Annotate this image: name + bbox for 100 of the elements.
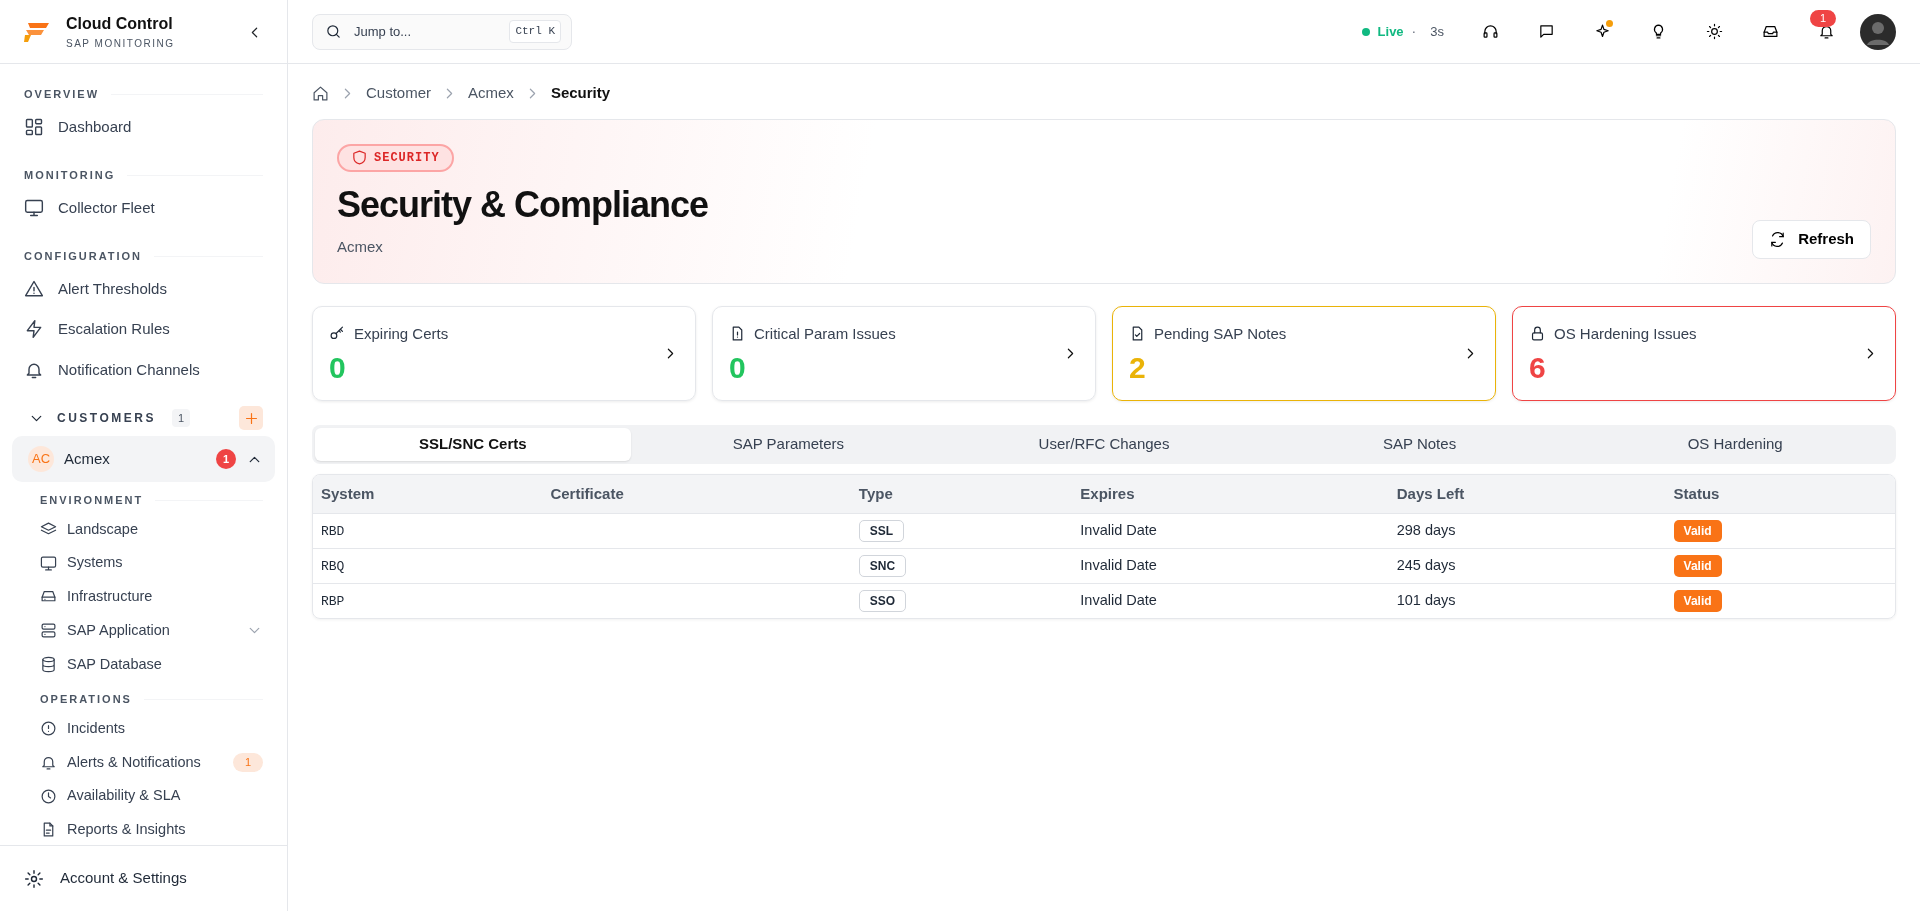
table-cell: 298 days: [1388, 513, 1666, 549]
stat-card[interactable]: Pending SAP Notes 2: [1112, 305, 1496, 401]
lightning-icon: [24, 319, 44, 340]
nav-item[interactable]: Incidents: [12, 711, 275, 746]
page-subtitle: Acmex: [337, 237, 384, 257]
refresh-age: 3s: [1430, 22, 1444, 41]
stat-value: 2: [1129, 351, 1147, 384]
table-cell: Invalid Date: [1072, 513, 1389, 549]
nav-item[interactable]: Alerts & Notifications 1: [12, 745, 275, 780]
stat-value: 6: [1529, 351, 1547, 384]
nav-item[interactable]: Dashboard: [12, 106, 275, 147]
inbox-icon: [1761, 23, 1779, 40]
logo-icon: [24, 20, 50, 43]
tab[interactable]: SAP Parameters: [630, 428, 947, 461]
sun-icon: [1705, 23, 1723, 40]
table-cell: RBD: [321, 524, 345, 540]
breadcrumb-link[interactable]: Security: [550, 82, 611, 105]
stat-label: OS Hardening Issues: [1554, 323, 1697, 344]
nav-item[interactable]: Systems: [12, 546, 275, 580]
tab[interactable]: User/RFC Changes: [946, 428, 1262, 461]
stat-value: 0: [729, 351, 747, 384]
stat-card[interactable]: Critical Param Issues 0: [712, 305, 1096, 401]
table-cell: 101 days: [1388, 583, 1666, 618]
refresh-button[interactable]: Refresh: [1752, 220, 1871, 259]
shortcut-key: Ctrl K: [509, 20, 561, 43]
column-header: Certificate: [542, 474, 851, 514]
tab[interactable]: OS Hardening: [1577, 428, 1893, 461]
column-header: Expires: [1072, 474, 1389, 514]
table-cell: Invalid Date: [1072, 548, 1389, 584]
stat-value: 0: [329, 351, 347, 384]
section-heading: OVERVIEW: [24, 87, 100, 102]
home-icon: [312, 84, 329, 102]
add-button[interactable]: [239, 406, 263, 430]
search-bar[interactable]: Jump to... Ctrl K: [312, 13, 572, 50]
section-heading: MONITORING: [24, 168, 116, 183]
customer-name: Acmex: [64, 448, 111, 469]
status-badge: Valid: [1673, 590, 1722, 612]
type-tag: SNC: [858, 555, 907, 577]
notification-badge: 1: [1810, 9, 1837, 27]
live-label: Live: [1377, 22, 1404, 41]
shield-icon: [351, 149, 368, 166]
section-heading: OPERATIONS: [40, 692, 132, 708]
tab[interactable]: SAP Notes: [1261, 428, 1578, 461]
nav-item[interactable]: Landscape: [12, 512, 275, 547]
nav-item[interactable]: Infrastructure: [12, 580, 275, 614]
server-icon: [40, 622, 57, 640]
chat-icon: [1537, 23, 1555, 40]
lock-icon: [1529, 325, 1546, 343]
status-badge: Valid: [1673, 520, 1722, 542]
count-badge: 1: [216, 449, 236, 469]
search-field[interactable]: Jump to...: [352, 20, 500, 43]
search-icon: [325, 23, 342, 40]
nav-item[interactable]: Reports & Insights: [12, 813, 275, 845]
count-badge: 1: [171, 408, 191, 428]
database-icon: [40, 655, 57, 673]
nav-item[interactable]: SAP Database: [12, 647, 275, 682]
status-dot: [1606, 19, 1613, 27]
dashboard-icon: [24, 116, 44, 137]
clock-icon: [40, 787, 57, 805]
monitor-icon: [24, 197, 44, 218]
avatar-icon[interactable]: [1860, 13, 1896, 50]
nav-item[interactable]: Collector Fleet: [12, 187, 275, 228]
table-cell: 245 days: [1388, 548, 1666, 584]
nav-item[interactable]: SAP Application: [12, 613, 275, 648]
stat-label: Pending SAP Notes: [1154, 323, 1287, 344]
app-subtitle: SAP MONITORING: [66, 37, 176, 51]
nav-item[interactable]: Alert Thresholds: [12, 268, 275, 309]
nav-item[interactable]: Notification Channels: [12, 349, 275, 390]
section-heading: CONFIGURATION: [24, 249, 143, 264]
table-cell: RBP: [321, 594, 345, 610]
status-badge: Valid: [1673, 555, 1722, 577]
column-header: System: [313, 474, 543, 514]
separator-dot: ·: [1411, 22, 1417, 41]
section-tag: SECURITY: [337, 143, 454, 172]
stat-label: Expiring Certs: [354, 323, 449, 344]
warning-icon: [24, 278, 44, 299]
column-header: Type: [850, 474, 1073, 514]
breadcrumb-link[interactable]: Acmex: [468, 82, 514, 105]
nav-item[interactable]: Escalation Rules: [12, 309, 275, 350]
app-title: Cloud Control: [66, 14, 174, 34]
customer-item[interactable]: AC Acmex 1: [12, 436, 275, 482]
tab[interactable]: SSL/SNC Certs: [315, 428, 631, 461]
type-tag: SSO: [858, 590, 907, 612]
customer-avatar: AC: [28, 446, 54, 472]
nav-item[interactable]: Availability & SLA: [12, 779, 275, 813]
section-heading: ENVIRONMENT: [40, 493, 144, 508]
column-header: Days Left: [1388, 474, 1666, 514]
alert-icon: [40, 720, 57, 738]
sparkle-icon: [1593, 23, 1611, 40]
breadcrumb-link[interactable]: Customer: [366, 82, 432, 105]
live-dot: [1361, 27, 1370, 36]
section-heading: CUSTOMERS: [57, 410, 156, 427]
table-cell: Invalid Date: [1072, 583, 1389, 618]
refresh-icon: [1769, 230, 1787, 248]
page-title: Security & Compliance: [337, 183, 709, 227]
stat-card[interactable]: Expiring Certs 0: [312, 305, 696, 401]
stat-card[interactable]: OS Hardening Issues 6: [1512, 305, 1896, 401]
table-cell: RBQ: [321, 559, 345, 575]
nav-item[interactable]: Account & Settings: [24, 867, 187, 890]
stat-label: Critical Param Issues: [754, 323, 896, 344]
